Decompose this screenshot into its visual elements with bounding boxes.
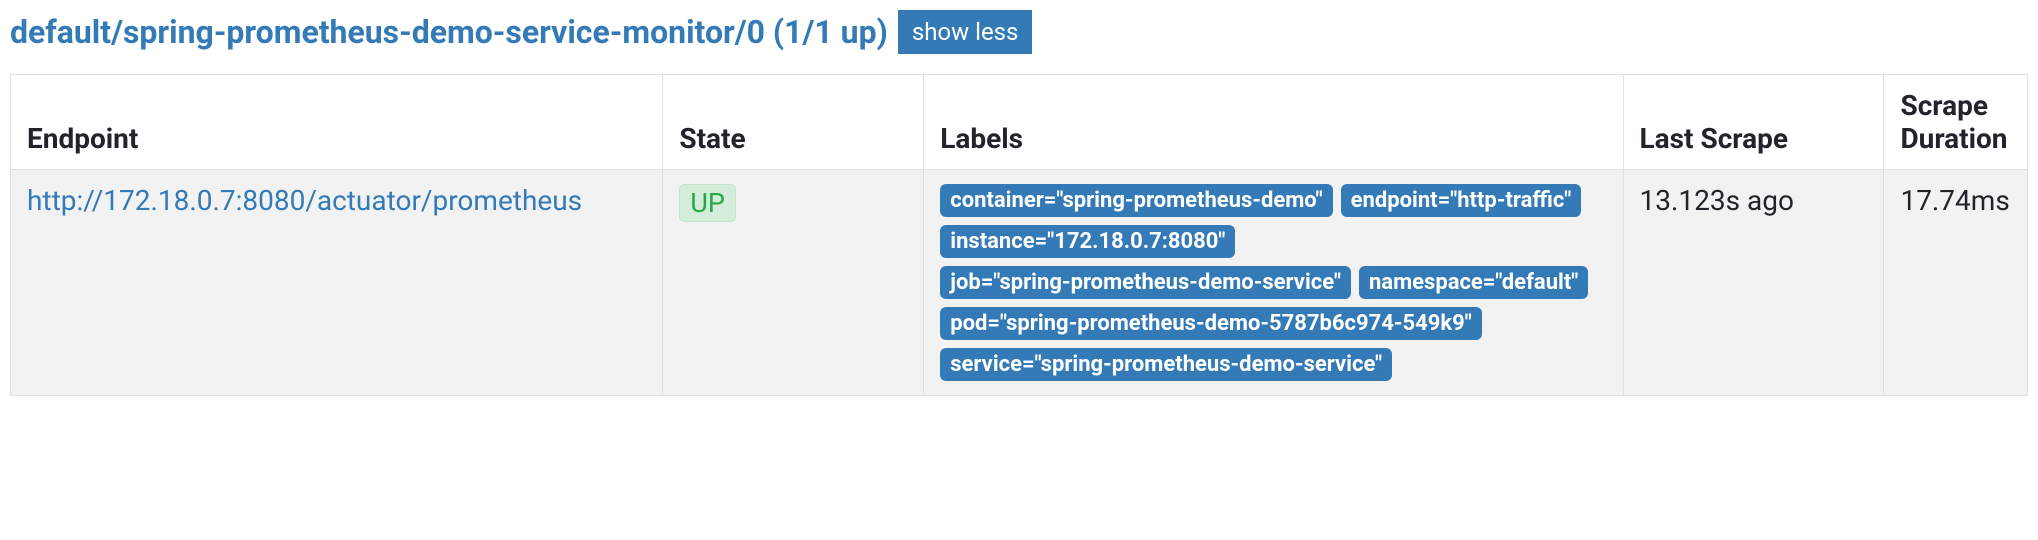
cell-scrape-duration: 17.74ms xyxy=(1884,170,2028,396)
cell-endpoint: http://172.18.0.7:8080/actuator/promethe… xyxy=(11,170,663,396)
label-badge: instance="172.18.0.7:8080" xyxy=(940,225,1235,258)
label-badge: job="spring-prometheus-demo-service" xyxy=(940,266,1351,299)
table-row: http://172.18.0.7:8080/actuator/promethe… xyxy=(11,170,2028,396)
label-badge: namespace="default" xyxy=(1359,266,1588,299)
endpoint-link[interactable]: http://172.18.0.7:8080/actuator/promethe… xyxy=(27,184,582,217)
labels-container: container="spring-prometheus-demo" endpo… xyxy=(940,184,1606,381)
col-header-last-scrape: Last Scrape xyxy=(1623,75,1884,170)
label-badge: container="spring-prometheus-demo" xyxy=(940,184,1332,217)
col-header-state: State xyxy=(663,75,924,170)
label-badge: service="spring-prometheus-demo-service" xyxy=(940,348,1392,381)
pool-header: default/spring-prometheus-demo-service-m… xyxy=(10,10,2028,54)
label-badge: endpoint="http-traffic" xyxy=(1341,184,1582,217)
col-header-scrape-duration: Scrape Duration xyxy=(1884,75,2028,170)
col-header-endpoint: Endpoint xyxy=(11,75,663,170)
pool-title-link[interactable]: default/spring-prometheus-demo-service-m… xyxy=(10,13,888,51)
label-badge: pod="spring-prometheus-demo-5787b6c974-5… xyxy=(940,307,1482,340)
col-header-labels: Labels xyxy=(924,75,1623,170)
cell-last-scrape: 13.123s ago xyxy=(1623,170,1884,396)
cell-labels: container="spring-prometheus-demo" endpo… xyxy=(924,170,1623,396)
table-header-row: Endpoint State Labels Last Scrape Scrape… xyxy=(11,75,2028,170)
cell-state: UP xyxy=(663,170,924,396)
state-badge: UP xyxy=(679,184,736,222)
show-less-button[interactable]: show less xyxy=(898,10,1033,54)
targets-table: Endpoint State Labels Last Scrape Scrape… xyxy=(10,74,2028,396)
